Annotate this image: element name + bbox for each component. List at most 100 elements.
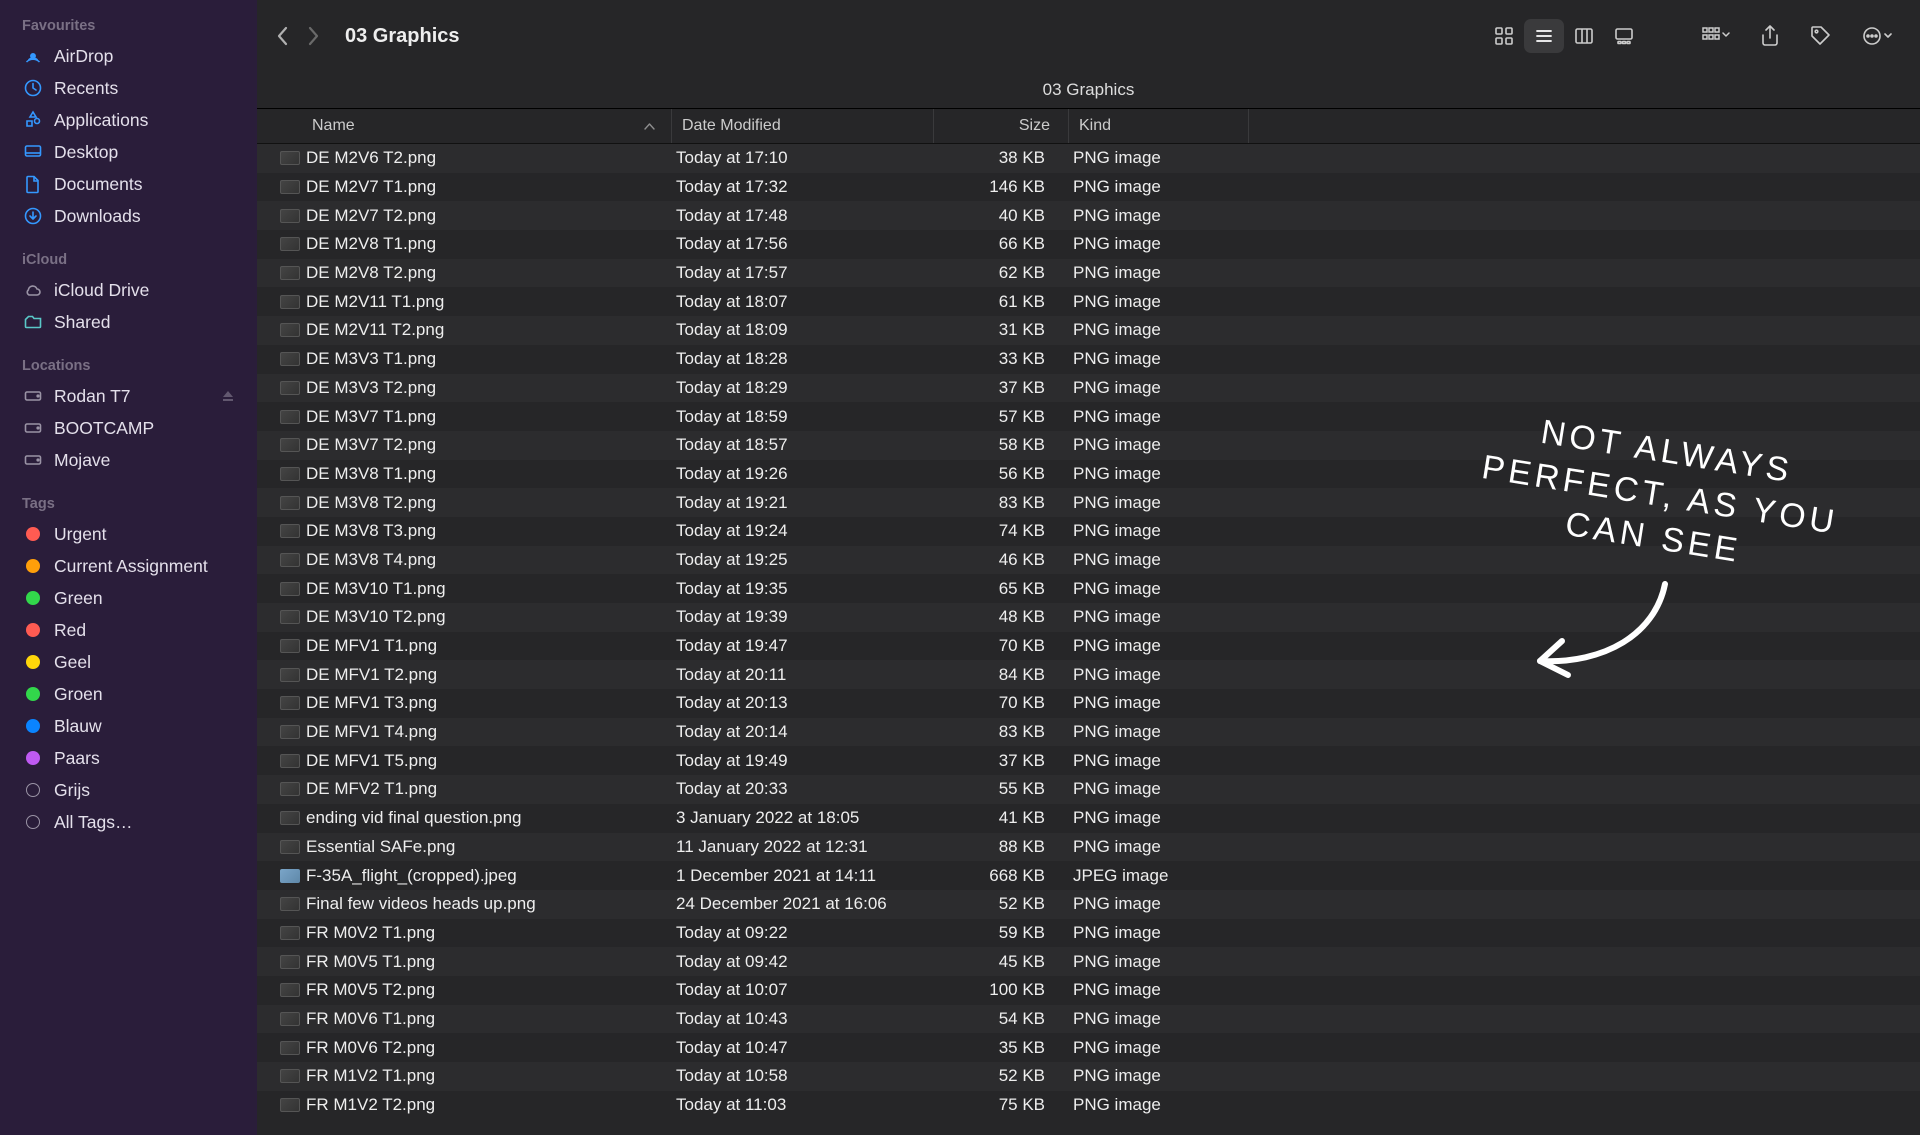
share-button[interactable] (1750, 18, 1790, 54)
path-bar[interactable]: 03 Graphics (257, 72, 1920, 109)
file-row[interactable]: ▸ F-35A_flight_(cropped).jpeg 1 December… (257, 861, 1920, 890)
file-row[interactable]: ▸ FR M0V5 T2.png Today at 10:07 100 KB P… (257, 976, 1920, 1005)
file-date: Today at 17:56 (666, 234, 928, 254)
file-row[interactable]: ▸ DE M3V3 T2.png Today at 18:29 37 KB PN… (257, 374, 1920, 403)
sidebar-item-blauw[interactable]: Blauw (0, 710, 257, 742)
file-name: DE M3V10 T1.png (306, 579, 666, 599)
column-view-button[interactable] (1564, 19, 1604, 53)
file-row[interactable]: ▸ FR M0V6 T2.png Today at 10:47 35 KB PN… (257, 1033, 1920, 1062)
sidebar-item-recents[interactable]: Recents (0, 72, 257, 104)
file-row[interactable]: ▸ FR M0V6 T1.png Today at 10:43 54 KB PN… (257, 1005, 1920, 1034)
file-row[interactable]: ▸ DE MFV1 T2.png Today at 20:11 84 KB PN… (257, 660, 1920, 689)
file-row[interactable]: ▸ DE M3V8 T2.png Today at 19:21 83 KB PN… (257, 488, 1920, 517)
file-row[interactable]: ▸ DE M3V8 T3.png Today at 19:24 74 KB PN… (257, 517, 1920, 546)
file-row[interactable]: ▸ ending vid final question.png 3 Januar… (257, 804, 1920, 833)
file-row[interactable]: ▸ FR M1V2 T1.png Today at 10:58 52 KB PN… (257, 1062, 1920, 1091)
column-headers: Name Date Modified Size Kind (257, 109, 1920, 144)
file-thumbnail-icon (280, 266, 300, 280)
sidebar-item-current-assignment[interactable]: Current Assignment (0, 550, 257, 582)
forward-button[interactable] (307, 25, 321, 47)
column-header-size[interactable]: Size (934, 109, 1069, 143)
file-row[interactable]: ▸ DE M3V10 T2.png Today at 19:39 48 KB P… (257, 603, 1920, 632)
file-date: Today at 19:21 (666, 493, 928, 513)
file-row[interactable]: ▸ FR M0V5 T1.png Today at 09:42 45 KB PN… (257, 947, 1920, 976)
sidebar-item-label: Geel (54, 652, 91, 673)
file-row[interactable]: ▸ DE MFV1 T1.png Today at 19:47 70 KB PN… (257, 632, 1920, 661)
sidebar-section-title: Tags (0, 490, 257, 518)
file-row[interactable]: ▸ DE M3V10 T1.png Today at 19:35 65 KB P… (257, 574, 1920, 603)
sidebar-item-all-tags-[interactable]: All Tags… (0, 806, 257, 838)
file-name: DE MFV1 T5.png (306, 751, 666, 771)
sidebar-item-downloads[interactable]: Downloads (0, 200, 257, 232)
sidebar-item-desktop[interactable]: Desktop (0, 136, 257, 168)
file-row[interactable]: ▸ FR M0V2 T1.png Today at 09:22 59 KB PN… (257, 919, 1920, 948)
sidebar-item-airdrop[interactable]: AirDrop (0, 40, 257, 72)
gallery-view-button[interactable] (1604, 19, 1644, 53)
file-list[interactable]: ▸ DE M2V6 T2.png Today at 17:10 38 KB PN… (257, 144, 1920, 1135)
file-row[interactable]: ▸ DE M2V7 T2.png Today at 17:48 40 KB PN… (257, 201, 1920, 230)
file-row[interactable]: ▸ DE MFV1 T5.png Today at 19:49 37 KB PN… (257, 746, 1920, 775)
file-row[interactable]: ▸ DE M2V11 T2.png Today at 18:09 31 KB P… (257, 316, 1920, 345)
file-kind: PNG image (1063, 579, 1243, 599)
tags-button[interactable] (1800, 18, 1842, 54)
eject-icon[interactable] (221, 389, 235, 403)
file-row[interactable]: ▸ DE MFV1 T4.png Today at 20:14 83 KB PN… (257, 718, 1920, 747)
hdd-icon (22, 417, 44, 439)
list-view-button[interactable] (1524, 19, 1564, 53)
file-thumbnail-icon (280, 1012, 300, 1026)
file-row[interactable]: ▸ DE M3V8 T4.png Today at 19:25 46 KB PN… (257, 546, 1920, 575)
column-header-name[interactable]: Name (257, 109, 672, 143)
back-button[interactable] (275, 25, 289, 47)
sidebar-item-icloud-drive[interactable]: iCloud Drive (0, 274, 257, 306)
icon-view-button[interactable] (1484, 19, 1524, 53)
file-name: Final few videos heads up.png (306, 894, 666, 914)
file-row[interactable]: ▸ DE M3V8 T1.png Today at 19:26 56 KB PN… (257, 460, 1920, 489)
column-header-kind[interactable]: Kind (1069, 109, 1249, 143)
file-kind: PNG image (1063, 234, 1243, 254)
file-thumbnail-icon (280, 869, 300, 883)
file-row[interactable]: ▸ DE M2V11 T1.png Today at 18:07 61 KB P… (257, 287, 1920, 316)
sidebar-item-shared[interactable]: Shared (0, 306, 257, 338)
file-name: F-35A_flight_(cropped).jpeg (306, 866, 666, 886)
file-row[interactable]: ▸ DE M2V7 T1.png Today at 17:32 146 KB P… (257, 173, 1920, 202)
file-kind: PNG image (1063, 693, 1243, 713)
file-date: Today at 10:47 (666, 1038, 928, 1058)
file-row[interactable]: ▸ FR M1V2 T2.png Today at 11:03 75 KB PN… (257, 1091, 1920, 1120)
sidebar-item-groen[interactable]: Groen (0, 678, 257, 710)
file-row[interactable]: ▸ DE M3V7 T1.png Today at 18:59 57 KB PN… (257, 402, 1920, 431)
group-by-button[interactable] (1692, 19, 1740, 53)
file-row[interactable]: ▸ Essential SAFe.png 11 January 2022 at … (257, 833, 1920, 862)
sidebar-item-urgent[interactable]: Urgent (0, 518, 257, 550)
sidebar-item-grijs[interactable]: Grijs (0, 774, 257, 806)
sidebar-item-paars[interactable]: Paars (0, 742, 257, 774)
file-date: Today at 18:07 (666, 292, 928, 312)
file-kind: PNG image (1063, 1009, 1243, 1029)
file-kind: PNG image (1063, 292, 1243, 312)
file-size: 54 KB (928, 1009, 1063, 1029)
more-actions-button[interactable] (1852, 19, 1902, 53)
sidebar-item-green[interactable]: Green (0, 582, 257, 614)
sidebar-item-applications[interactable]: Applications (0, 104, 257, 136)
file-row[interactable]: ▸ DE M2V8 T1.png Today at 17:56 66 KB PN… (257, 230, 1920, 259)
file-kind: PNG image (1063, 1066, 1243, 1086)
file-row[interactable]: ▸ Final few videos heads up.png 24 Decem… (257, 890, 1920, 919)
file-row[interactable]: ▸ DE M2V6 T2.png Today at 17:10 38 KB PN… (257, 144, 1920, 173)
file-row[interactable]: ▸ DE MFV1 T3.png Today at 20:13 70 KB PN… (257, 689, 1920, 718)
file-row[interactable]: ▸ DE M3V7 T2.png Today at 18:57 58 KB PN… (257, 431, 1920, 460)
file-row[interactable]: ▸ DE M2V8 T2.png Today at 17:57 62 KB PN… (257, 259, 1920, 288)
column-header-date[interactable]: Date Modified (672, 109, 934, 143)
sidebar-item-rodan-t7[interactable]: Rodan T7 (0, 380, 257, 412)
sidebar-item-mojave[interactable]: Mojave (0, 444, 257, 476)
file-name: FR M0V2 T1.png (306, 923, 666, 943)
sidebar-item-label: Downloads (54, 206, 141, 227)
sidebar-item-geel[interactable]: Geel (0, 646, 257, 678)
file-thumbnail-icon (280, 610, 300, 624)
file-kind: PNG image (1063, 521, 1243, 541)
file-row[interactable]: ▸ DE M3V3 T1.png Today at 18:28 33 KB PN… (257, 345, 1920, 374)
sidebar-item-red[interactable]: Red (0, 614, 257, 646)
file-size: 38 KB (928, 148, 1063, 168)
file-thumbnail-icon (280, 295, 300, 309)
file-row[interactable]: ▸ DE MFV2 T1.png Today at 20:33 55 KB PN… (257, 775, 1920, 804)
sidebar-item-documents[interactable]: Documents (0, 168, 257, 200)
sidebar-item-bootcamp[interactable]: BOOTCAMP (0, 412, 257, 444)
